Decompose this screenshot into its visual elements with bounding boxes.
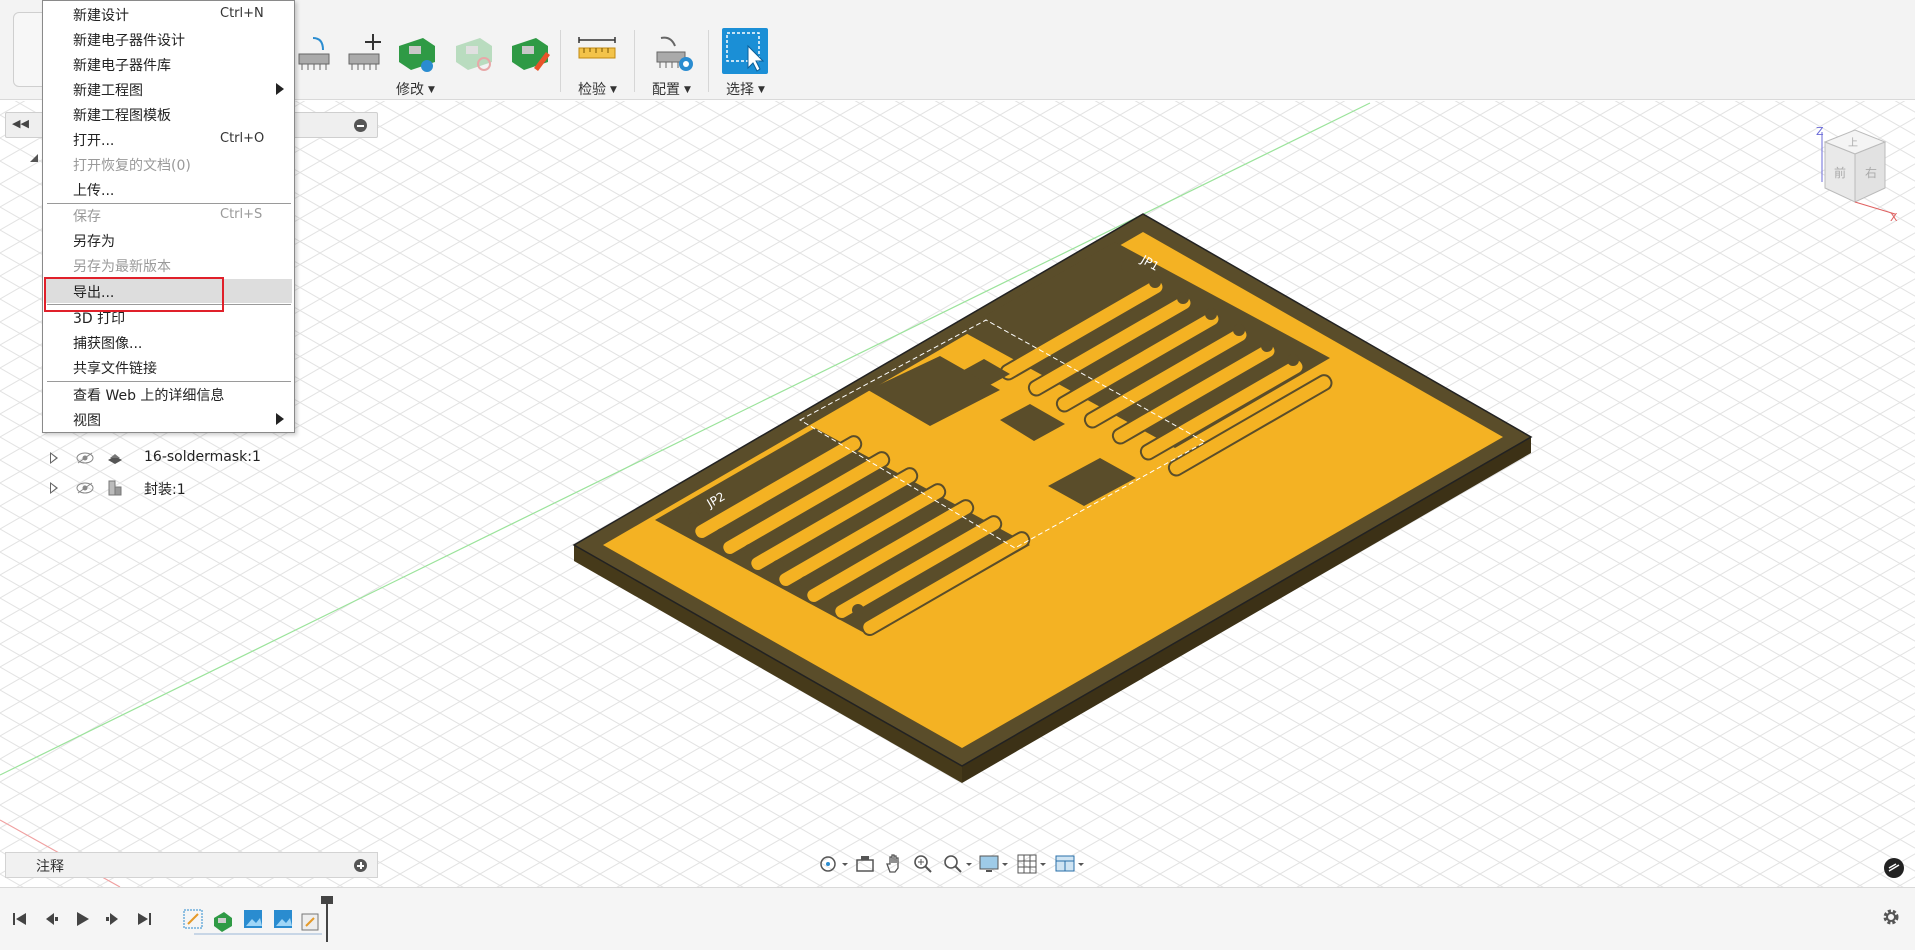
svg-text:右: 右 — [1865, 165, 1877, 180]
go-to-start-icon[interactable] — [11, 910, 29, 928]
menu-item-upload[interactable]: 上传... — [45, 177, 292, 201]
play-icon[interactable] — [73, 910, 91, 928]
menu-item-new-design[interactable]: 新建设计 Ctrl+N — [45, 2, 292, 26]
expand-arrow-icon[interactable] — [50, 452, 58, 464]
go-to-end-icon[interactable] — [135, 910, 153, 928]
viewports-icon[interactable] — [1054, 852, 1086, 876]
component-feature-icon[interactable] — [301, 913, 319, 931]
pcb-icon — [108, 454, 122, 464]
svg-text:前: 前 — [1834, 165, 1846, 180]
select-menu[interactable]: 选择 ▼ — [726, 79, 765, 99]
svg-text:X: X — [1890, 211, 1898, 222]
grid-settings-icon[interactable] — [1016, 852, 1048, 876]
configure-menu[interactable]: 配置 ▼ — [652, 79, 691, 99]
display-settings-icon[interactable] — [978, 852, 1010, 876]
step-back-icon[interactable] — [42, 910, 60, 928]
file-menu: 新建设计 Ctrl+N 新建电子器件设计 新建电子器件库 新建工程图 新建工程图模… — [42, 0, 295, 433]
menu-item-view[interactable]: 视图 — [45, 407, 292, 431]
visibility-eye-icon[interactable] — [76, 452, 94, 464]
submenu-arrow-icon — [276, 413, 284, 425]
svg-text:上: 上 — [1848, 137, 1858, 149]
timeline-bar — [0, 887, 1915, 950]
select-tool-button[interactable] — [722, 28, 768, 74]
inspect-menu[interactable]: 检验 ▼ — [578, 79, 617, 99]
menu-item-open[interactable]: 打开... Ctrl+O — [45, 127, 292, 151]
toolbar-separator — [708, 30, 709, 92]
pcb-disabled-icon — [456, 38, 492, 71]
menu-item-open-recovered: 打开恢复的文档(0) — [73, 158, 191, 174]
viewcube[interactable]: 上 前 右 Z X — [1810, 122, 1900, 224]
orbit-icon[interactable] — [816, 852, 850, 876]
menu-item-new-drawing-template[interactable]: 新建工程图模板 — [45, 102, 292, 126]
package-icon[interactable] — [293, 32, 337, 76]
timeline-features — [183, 909, 322, 935]
zoom-icon[interactable] — [912, 852, 934, 876]
menu-item-save: 保存 Ctrl+S — [73, 207, 263, 225]
image-feature-icon[interactable] — [244, 910, 262, 928]
menu-item-new-electronics-library[interactable]: 新建电子器件库 — [45, 52, 292, 76]
menu-item-capture-image[interactable]: 捕获图像... — [45, 330, 292, 354]
menu-item-new-electronics-design[interactable]: 新建电子器件设计 — [45, 27, 292, 51]
tree-item-label: 16-soldermask:1 — [144, 449, 261, 465]
move-component-icon[interactable] — [343, 32, 387, 76]
menu-item-save-as[interactable]: 另存为 — [45, 228, 292, 252]
look-at-icon[interactable] — [854, 852, 876, 876]
minimize-icon[interactable] — [354, 119, 367, 132]
step-forward-icon[interactable] — [104, 910, 122, 928]
account-status-icon[interactable] — [1883, 857, 1905, 879]
notes-panel[interactable]: 注释 — [5, 852, 378, 878]
tree-item-label: 封装:1 — [144, 482, 186, 498]
navigation-bar — [810, 852, 1110, 878]
menu-item-view-details-web[interactable]: 查看 Web 上的详细信息 — [45, 382, 292, 406]
pan-hand-icon[interactable] — [884, 852, 906, 876]
submenu-arrow-icon — [276, 83, 284, 95]
visibility-eye-icon[interactable] — [76, 482, 94, 494]
pcb-edit-icon[interactable] — [508, 32, 552, 76]
measure-icon[interactable] — [575, 32, 619, 76]
zoom-window-icon[interactable] — [942, 852, 974, 876]
modify-menu[interactable]: 修改 ▼ — [396, 79, 435, 99]
configure-icon[interactable] — [651, 32, 695, 76]
highlight-annotation-box — [44, 277, 224, 312]
add-note-icon[interactable] — [354, 859, 367, 872]
sketch-feature-icon[interactable] — [183, 909, 203, 929]
collapse-panel-icon[interactable]: ◀◀ — [12, 117, 29, 130]
menu-item-new-drawing[interactable]: 新建工程图 — [45, 77, 292, 101]
notes-panel-label: 注释 — [36, 859, 64, 875]
toolbar-separator — [634, 30, 635, 92]
menu-item-share-link[interactable]: 共享文件链接 — [45, 355, 292, 379]
gear-icon[interactable] — [1880, 906, 1902, 928]
viewcube-icon[interactable]: 上 前 右 Z X — [1810, 122, 1900, 224]
component-icon — [108, 480, 122, 496]
pcb-modify-icon[interactable] — [395, 32, 439, 76]
menu-item-save-as-latest: 另存为最新版本 — [73, 259, 171, 275]
expand-arrow-icon[interactable] — [50, 482, 58, 494]
image-feature-icon[interactable] — [274, 910, 292, 928]
svg-text:Z: Z — [1816, 125, 1824, 138]
select-cursor-icon — [726, 32, 765, 72]
pcb-feature-icon[interactable] — [214, 912, 232, 932]
expand-triangle-icon[interactable] — [28, 152, 40, 164]
toolbar-separator — [560, 30, 561, 92]
timeline-marker-icon[interactable] — [318, 894, 336, 944]
